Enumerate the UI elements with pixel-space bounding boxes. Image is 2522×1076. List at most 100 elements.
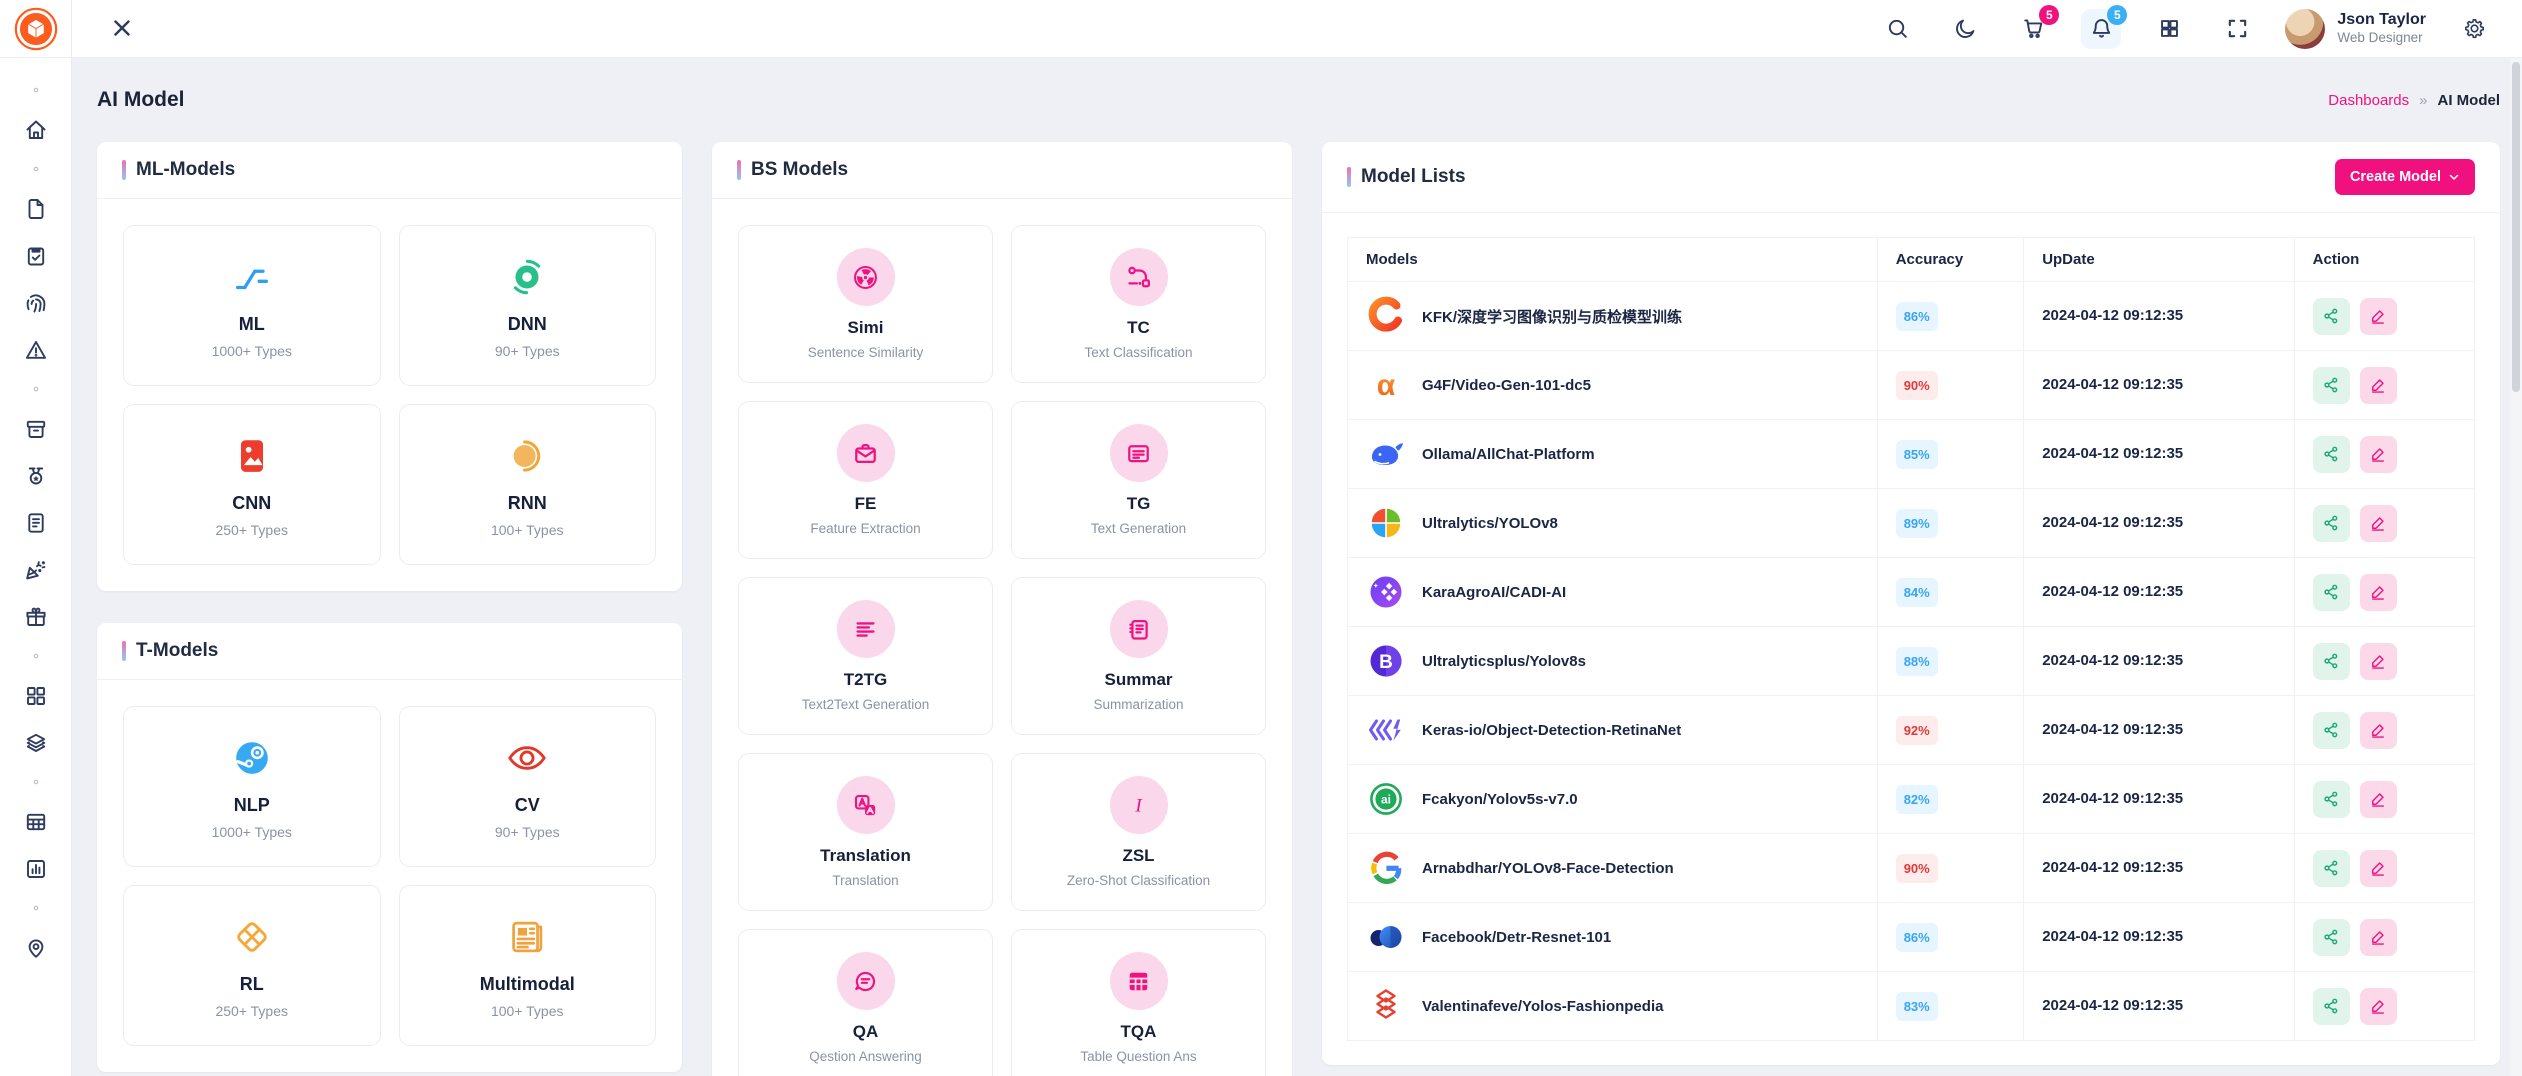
edit-pencil-button[interactable] [2360,298,2397,335]
sidebar-item-alert-icon[interactable] [22,336,49,363]
cube-logo-icon [14,7,58,51]
sidebar-separator-dot [22,163,49,175]
table-row: aiFcakyon/Yolov5s-v7.082%2024-04-12 09:1… [1348,765,2475,834]
update-timestamp: 2024-04-12 09:12:35 [2042,997,2183,1014]
table-row: Ollama/AllChat-Platform85%2024-04-12 09:… [1348,420,2475,489]
model-card-ml[interactable]: ML1000+ Types [123,225,381,386]
apps-grid-icon[interactable] [2149,9,2189,49]
share-nodes-button[interactable] [2313,505,2350,542]
sidebar-item-medal-icon[interactable] [22,462,49,489]
sidebar-item-party-icon[interactable] [22,556,49,583]
edit-pencil-button[interactable] [2360,505,2397,542]
card-title: RL [240,974,264,995]
update-timestamp: 2024-04-12 09:12:35 [2042,445,2183,462]
share-nodes-button[interactable] [2313,712,2350,749]
sidebar-item-table-icon[interactable] [22,808,49,835]
share-nodes-button[interactable] [2313,298,2350,335]
update-timestamp: 2024-04-12 09:12:35 [2042,376,2183,393]
model-card-multimodal[interactable]: Multimodal100+ Types [399,885,657,1046]
share-nodes-button[interactable] [2313,367,2350,404]
share-nodes-button[interactable] [2313,643,2350,680]
create-model-button[interactable]: Create Model [2335,159,2475,195]
bell-icon[interactable]: 5 [2081,9,2121,49]
share-nodes-button[interactable] [2313,988,2350,1025]
fullscreen-icon[interactable] [2217,9,2257,49]
card-subtitle: 90+ Types [495,824,560,840]
edit-pencil-button[interactable] [2360,436,2397,473]
model-card-cv[interactable]: CV 90+ Types [399,706,657,867]
table-row: Arnabdhar/YOLOv8-Face-Detection90%2024-0… [1348,834,2475,903]
accuracy-badge: 90% [1896,854,1938,883]
accuracy-badge: 85% [1896,440,1938,469]
card-title: CNN [232,493,271,514]
sidebar-separator-dot [22,902,49,914]
sidebar-item-gift-icon[interactable] [22,603,49,630]
share-nodes-button[interactable] [2313,919,2350,956]
bs-models-panel: BS Models SimiSentence SimilarityTCText … [712,142,1292,1076]
sidebar-item-file-icon[interactable] [22,195,49,222]
model-card-nlp[interactable]: NLP1000+ Types [123,706,381,867]
bs-card-tqa[interactable]: TQATable Question Ans [1011,929,1266,1076]
bs-card-summar[interactable]: SummarSummarization [1011,577,1266,735]
table-row: Keras-io/Object-Detection-RetinaNet92%20… [1348,696,2475,765]
card-title: Translation [820,846,911,866]
table-row: KFK/深度学习图像识别与质检模型训练86%2024-04-12 09:12:3… [1348,282,2475,351]
model-name: Ultralytics/YOLOv8 [1422,515,1558,532]
keras-logo [1366,710,1406,750]
page-scrollbar[interactable] [2510,58,2522,1076]
sidebar-item-fingerprint-icon[interactable] [22,289,49,316]
model-card-cnn[interactable]: CNN250+ Types [123,404,381,565]
model-name: Ultralyticsplus/Yolov8s [1422,653,1586,670]
bs-card-translation[interactable]: TranslationTranslation [738,753,993,911]
bs-card-tc[interactable]: TCText Classification [1011,225,1266,383]
edit-pencil-button[interactable] [2360,712,2397,749]
model-card-rnn[interactable]: RNN100+ Types [399,404,657,565]
ml-models-title: ML-Models [136,159,235,181]
ultralyticsplus-logo: B [1366,641,1406,681]
bs-card-zsl[interactable]: IZSLZero-Shot Classification [1011,753,1266,911]
edit-pencil-button[interactable] [2360,988,2397,1025]
accuracy-badge: 89% [1896,509,1938,538]
bs-card-tg[interactable]: TGText Generation [1011,401,1266,559]
share-nodes-button[interactable] [2313,850,2350,887]
update-timestamp: 2024-04-12 09:12:35 [2042,652,2183,669]
sidebar-item-layers-icon[interactable] [22,729,49,756]
sidebar-item-home-icon[interactable] [22,116,49,143]
scrollbar-thumb[interactable] [2512,62,2520,392]
bs-card-qa[interactable]: QAQestion Answering [738,929,993,1076]
bs-card-simi[interactable]: SimiSentence Similarity [738,225,993,383]
share-nodes-button[interactable] [2313,781,2350,818]
sidebar-item-document-icon[interactable] [22,509,49,536]
sidebar-item-grid-icon[interactable] [22,682,49,709]
edit-pencil-button[interactable] [2360,850,2397,887]
sidebar-item-chart-icon[interactable] [22,855,49,882]
italic-icon: I [1110,776,1168,834]
model-name: Valentinafeve/Yolos-Fashionpedia [1422,998,1663,1015]
moon-icon[interactable] [1945,9,1985,49]
search-icon[interactable] [1877,9,1917,49]
edit-pencil-button[interactable] [2360,574,2397,611]
user-profile[interactable]: Json Taylor Web Designer [2285,9,2426,49]
model-card-dnn[interactable]: DNN90+ Types [399,225,657,386]
edit-pencil-button[interactable] [2360,643,2397,680]
model-card-rl[interactable]: RL 250+ Types [123,885,381,1046]
edit-pencil-button[interactable] [2360,919,2397,956]
close-icon[interactable] [110,16,136,42]
share-nodes-button[interactable] [2313,436,2350,473]
sidebar-item-pin-icon[interactable] [22,934,49,961]
card-title: Summar [1104,670,1172,690]
brand-logo[interactable] [0,0,71,58]
breadcrumb-dashboards-link[interactable]: Dashboards [2328,92,2409,109]
sidebar-item-archive-icon[interactable] [22,415,49,442]
card-title: T2TG [844,670,887,690]
edit-pencil-button[interactable] [2360,367,2397,404]
gear-icon[interactable] [2454,9,2494,49]
card-subtitle: 250+ Types [215,1003,288,1019]
bs-card-fe[interactable]: FEFeature Extraction [738,401,993,559]
bs-card-t2tg[interactable]: T2TGText2Text Generation [738,577,993,735]
edit-pencil-button[interactable] [2360,781,2397,818]
sidebar-item-clipboard-icon[interactable] [22,242,49,269]
cart-icon[interactable]: 5 [2013,9,2053,49]
card-title: CV [515,795,540,816]
share-nodes-button[interactable] [2313,574,2350,611]
